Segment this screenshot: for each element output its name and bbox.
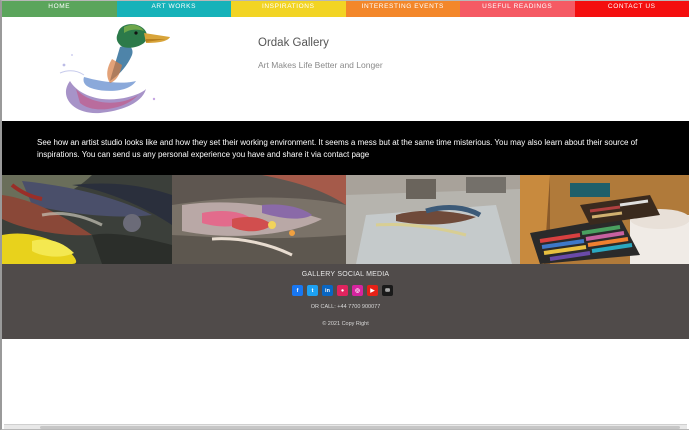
youtube-icon[interactable]: ▶: [367, 285, 378, 296]
email-icon[interactable]: ✉: [382, 285, 393, 296]
intro-text-block: See how an artist studio looks like and …: [37, 137, 667, 160]
site-header: Ordak Gallery Art Makes Life Better and …: [2, 17, 689, 121]
scrollbar-thumb[interactable]: [40, 426, 680, 429]
duck-logo-icon[interactable]: [50, 19, 174, 121]
brush-mixing-photo[interactable]: [172, 175, 346, 264]
nav-item-art-works[interactable]: ART WORKS: [116, 1, 231, 17]
linkedin-icon[interactable]: in: [322, 285, 333, 296]
twitter-icon[interactable]: t: [307, 285, 318, 296]
social-heading: GALLERY SOCIAL MEDIA: [301, 271, 390, 278]
social-links: f t in ● ◎ ▶ ✉: [292, 285, 393, 296]
glass-palette-photo[interactable]: [346, 175, 520, 264]
horizontal-scrollbar[interactable]: [4, 424, 687, 429]
intro-band: See how an artist studio looks like and …: [2, 121, 689, 175]
flickr-icon[interactable]: ●: [337, 285, 348, 296]
nav-item-contact-us[interactable]: CONTACT US: [574, 1, 689, 17]
instagram-icon[interactable]: ◎: [352, 285, 363, 296]
studio-photo-gallery: [2, 175, 689, 264]
paint-palette-photo[interactable]: [2, 175, 172, 264]
oil-pastels-photo[interactable]: [520, 175, 689, 264]
site-title[interactable]: Ordak Gallery: [258, 37, 329, 49]
site-tagline: Art Makes Life Better and Longer: [258, 60, 383, 70]
site-footer: GALLERY SOCIAL MEDIA f t in ● ◎ ▶ ✉ OR CALL: +…: [2, 264, 689, 339]
copyright: © 2021 Copy Right: [322, 321, 369, 327]
nav-item-useful-readings[interactable]: USEFUL READINGS: [460, 1, 575, 17]
nav-item-inspirations[interactable]: INSPIRATIONS: [231, 1, 346, 17]
facebook-icon[interactable]: f: [292, 285, 303, 296]
contact-page-link[interactable]: contact page: [323, 150, 369, 159]
phone-contact: OR CALL: +44 7700 900077: [310, 304, 381, 310]
browser-viewport: HOME ART WORKS INSPIRATIONS INTERESTING EVE…: [0, 0, 689, 430]
nav-item-home[interactable]: HOME: [2, 1, 117, 17]
top-navigation: HOME ART WORKS INSPIRATIONS INTERESTING EVE…: [2, 1, 689, 17]
nav-item-interesting-events[interactable]: INTERESTING EVENTS: [345, 1, 460, 17]
